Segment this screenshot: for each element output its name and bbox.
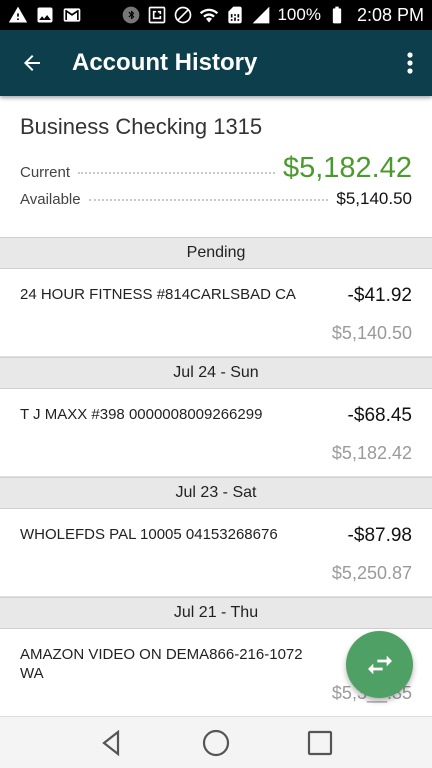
- current-balance-row: Current $5,182.42: [20, 152, 412, 185]
- transaction-description: T J MAXX #398 0000008009266299: [20, 406, 263, 423]
- account-summary: Business Checking 1315 Current $5,182.42…: [0, 96, 432, 237]
- home-circle-icon: [202, 729, 230, 756]
- clock: 2:08 PM: [356, 4, 424, 25]
- image-icon: [35, 5, 55, 25]
- available-balance-row: Available $5,140.50: [20, 189, 412, 209]
- battery-percent: 100%: [277, 5, 321, 24]
- nav-home-button[interactable]: [192, 719, 240, 767]
- more-vert-icon: [407, 52, 413, 74]
- dotted-leader: [88, 199, 329, 201]
- transaction-row[interactable]: 24 HOUR FITNESS #814CARLSBAD CA -$41.92 …: [0, 269, 432, 357]
- transfer-icon: [367, 655, 392, 674]
- page-title: Account History: [72, 49, 258, 76]
- transaction-description: AMAZON VIDEO ON DEMA866-216-1072 WA: [20, 646, 303, 682]
- back-triangle-icon: [102, 729, 120, 756]
- running-balance: $5,140.50: [331, 323, 412, 343]
- transaction-row[interactable]: T J MAXX #398 0000008009266299 -$68.45 $…: [0, 389, 432, 477]
- overflow-menu-button[interactable]: [388, 30, 432, 96]
- current-balance: $5,182.42: [282, 152, 412, 184]
- gmail-icon: [62, 5, 82, 25]
- transaction-amount: -$41.92: [347, 285, 412, 306]
- signal-icon: [251, 5, 271, 25]
- arrow-left-icon: [24, 55, 40, 71]
- system-nav-bar: [0, 716, 432, 768]
- transfer-button[interactable]: [346, 631, 413, 698]
- nfc-icon: [147, 5, 167, 25]
- bluetooth-icon: [121, 5, 141, 25]
- section-header-date: Jul 24 - Sun: [0, 357, 432, 389]
- back-button[interactable]: [0, 30, 64, 96]
- transaction-amount: -$68.45: [347, 405, 412, 426]
- sim-icon: [225, 5, 245, 25]
- app-bar: Account History: [0, 30, 432, 96]
- current-label: Current: [20, 164, 71, 181]
- section-header-date: Jul 23 - Sat: [0, 477, 432, 509]
- dotted-leader: [78, 172, 275, 174]
- mute-icon: [173, 5, 193, 25]
- transaction-description: 24 HOUR FITNESS #814CARLSBAD CA: [20, 286, 296, 303]
- running-balance: $5,250.87: [331, 563, 412, 583]
- warning-icon: [8, 5, 28, 25]
- section-header-date: Jul 21 - Thu: [0, 597, 432, 629]
- section-header-pending: Pending: [0, 237, 432, 269]
- battery-icon: [327, 5, 347, 25]
- running-balance: $5,182.42: [331, 443, 412, 463]
- recents-square-icon: [307, 730, 333, 755]
- wifi-icon: [199, 5, 219, 25]
- status-bar: 100% 2:08 PM: [0, 0, 432, 30]
- transaction-amount: -$87.98: [347, 525, 412, 546]
- account-name: Business Checking 1315: [20, 114, 263, 139]
- transaction-row[interactable]: WHOLEFDS PAL 10005 04153268676 -$87.98 $…: [0, 509, 432, 597]
- transaction-description: WHOLEFDS PAL 10005 04153268676: [20, 526, 278, 543]
- available-label: Available: [20, 191, 81, 208]
- available-balance: $5,140.50: [336, 189, 412, 208]
- nav-back-button[interactable]: [88, 719, 136, 767]
- nav-recents-button[interactable]: [296, 719, 344, 767]
